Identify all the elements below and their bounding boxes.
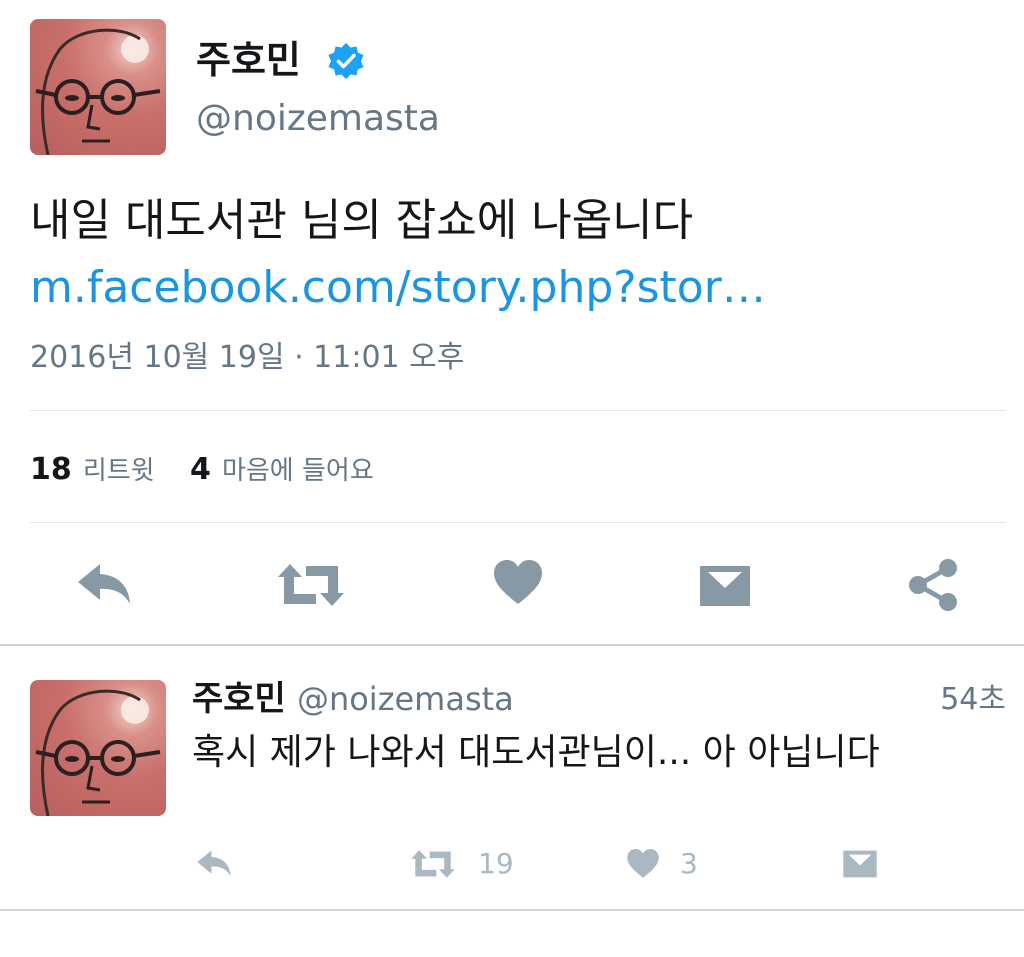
divider (30, 522, 1006, 523)
retweet-button[interactable] (276, 560, 346, 610)
reply-button[interactable] (74, 560, 134, 610)
reply-time: 54초 (940, 682, 1006, 717)
reply-retweet-button[interactable]: 19 (410, 846, 514, 882)
reply-text: 혹시 제가 나와서 대도서관님이... 아 아닙니다 (192, 732, 880, 773)
author-avatar[interactable] (30, 19, 166, 155)
direct-message-icon (843, 850, 877, 878)
reply-like-button[interactable]: 3 (626, 846, 698, 882)
direct-message-icon (700, 566, 750, 606)
retweet-count: 18 (30, 452, 72, 487)
tweet-text: 내일 대도서관 님의 잡쇼에 나옵니다 (30, 195, 694, 246)
tweet-timestamp: 2016년 10월 19일 · 11:01 오후 (30, 340, 465, 375)
retweet-stat[interactable]: 18 리트윗 (30, 448, 155, 496)
section-divider (0, 644, 1024, 646)
like-count: 4 (190, 452, 211, 487)
author-handle[interactable]: @noizemasta (196, 97, 440, 141)
tweet-link[interactable]: m.facebook.com/story.php?stor… (30, 258, 766, 318)
reply-author-avatar[interactable] (30, 680, 166, 816)
reply-like-count: 3 (680, 847, 698, 880)
like-stat[interactable]: 4 마음에 들어요 (190, 448, 374, 496)
retweet-label: 리트윗 (82, 456, 155, 486)
direct-message-button[interactable] (698, 562, 752, 610)
verified-badge-icon (326, 41, 366, 81)
reply-icon (78, 564, 130, 604)
reply-retweet-count: 19 (478, 847, 514, 880)
bottom-divider (0, 909, 1024, 911)
retweet-icon (278, 564, 344, 606)
retweet-icon (411, 850, 455, 878)
divider (30, 410, 1006, 411)
heart-icon (627, 848, 659, 878)
reply-header: 주호민 @noizemasta (192, 676, 514, 728)
share-button[interactable] (906, 558, 960, 612)
heart-icon (494, 560, 542, 604)
reply-reply-button[interactable] (194, 848, 234, 880)
reply-direct-message-button[interactable] (842, 848, 878, 880)
share-icon (909, 559, 957, 611)
reply-icon (197, 850, 231, 877)
author-name[interactable]: 주호민 (196, 36, 301, 84)
reply-author-handle[interactable]: @noizemasta (297, 680, 514, 718)
reply-author-name[interactable]: 주호민 (192, 679, 286, 719)
like-button[interactable] (492, 558, 544, 608)
like-label: 마음에 들어요 (221, 456, 374, 486)
